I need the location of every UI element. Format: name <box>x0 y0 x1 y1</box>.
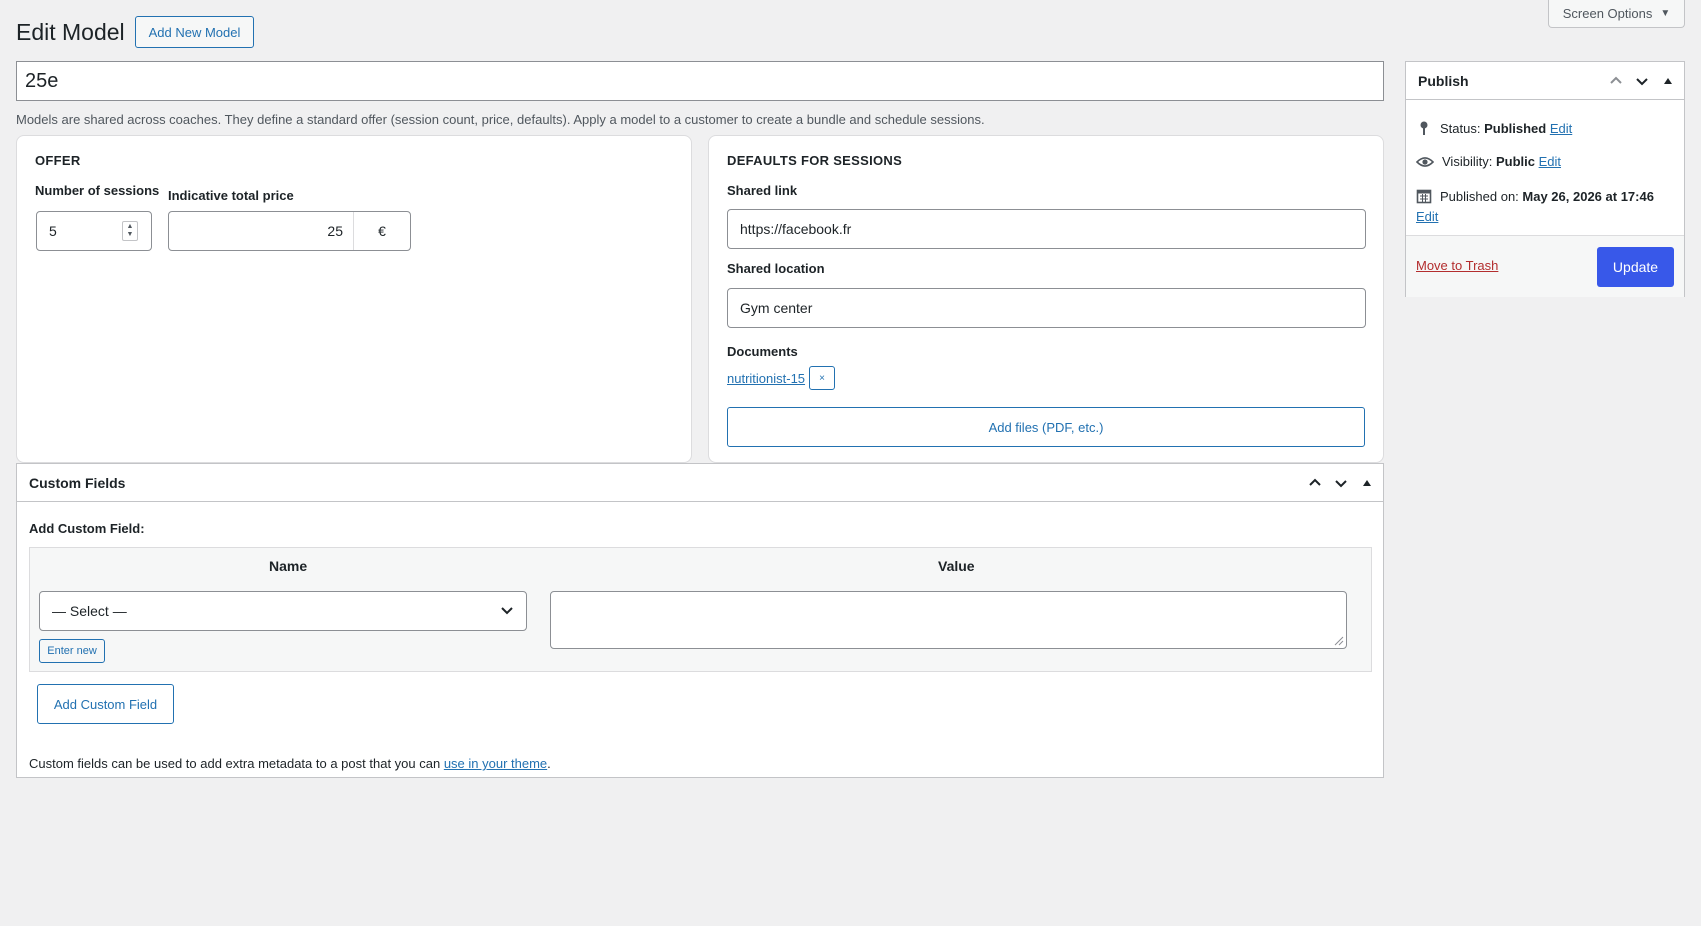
shared-location-input[interactable]: Gym center <box>727 288 1366 328</box>
add-custom-field-label: Add Custom Field: <box>29 521 145 536</box>
column-header-name: Name <box>269 558 308 574</box>
custom-fields-postbox: Custom Fields Add Custom Field: Name Val… <box>16 463 1384 778</box>
price-input-group: 25 € <box>168 211 411 251</box>
shared-link-input[interactable]: https://facebook.fr <box>727 209 1366 249</box>
sessions-number-input[interactable]: 5 ▲ ▼ <box>36 211 152 251</box>
add-custom-field-button[interactable]: Add Custom Field <box>37 684 174 724</box>
footer-period: . <box>547 756 551 771</box>
visibility-row: Visibility: Public Edit <box>1416 154 1561 169</box>
column-header-value: Value <box>938 558 975 574</box>
move-to-trash-link[interactable]: Move to Trash <box>1416 258 1498 273</box>
footer-text: Custom fields can be used to add extra m… <box>29 756 441 771</box>
custom-field-table: Name Value — Select — Enter new <box>29 547 1372 672</box>
visibility-label: Visibility: <box>1442 154 1493 169</box>
use-in-theme-link[interactable]: use in your theme <box>444 756 547 771</box>
remove-document-button[interactable]: × <box>809 366 836 390</box>
offer-card: OFFER Number of sessions Indicative tota… <box>16 135 692 463</box>
status-value: Published <box>1484 120 1547 136</box>
shared-link-label: Shared link <box>727 183 798 198</box>
currency-suffix: € <box>353 212 410 250</box>
offer-heading: OFFER <box>35 153 81 168</box>
custom-fields-heading: Custom Fields <box>29 474 126 491</box>
edit-date-link[interactable]: Edit <box>1416 209 1438 224</box>
edit-visibility-link[interactable]: Edit <box>1539 154 1561 169</box>
status-label: Status: <box>1440 120 1481 136</box>
pin-icon <box>1420 121 1428 135</box>
status-row: Status: Published Edit <box>1416 120 1572 136</box>
screen-options-label: Screen Options <box>1562 6 1653 21</box>
postbox-controls <box>1305 472 1377 494</box>
calendar-icon <box>1416 189 1432 204</box>
add-files-button[interactable]: Add files (PDF, etc.) <box>727 407 1365 447</box>
defaults-card: DEFAULTS FOR SESSIONS Shared link https:… <box>708 135 1384 463</box>
published-row: Published on: May 26, 2026 at 17:46 <box>1416 188 1654 204</box>
published-label: Published on: <box>1440 188 1519 204</box>
name-select[interactable]: — Select — <box>39 591 527 631</box>
document-link[interactable]: nutritionist-15 <box>727 371 805 386</box>
value-textarea[interactable] <box>550 591 1347 649</box>
sessions-label: Number of sessions <box>35 183 160 198</box>
publish-controls <box>1606 70 1678 92</box>
triangle-up-icon[interactable] <box>1658 70 1678 92</box>
page-title: Edit Model <box>16 19 125 45</box>
visibility-value: Public <box>1495 154 1535 169</box>
add-new-model-button[interactable]: Add New Model <box>135 16 254 48</box>
price-label: Indicative total price <box>168 188 294 203</box>
publish-heading: Publish <box>1418 72 1469 89</box>
price-input[interactable]: 25 <box>169 212 353 250</box>
chevron-down-icon[interactable] <box>1632 70 1652 92</box>
select-value: — Select — <box>52 603 127 619</box>
chevron-up-icon[interactable] <box>1606 70 1626 92</box>
published-value: May 26, 2026 at 17:46 <box>1522 188 1654 204</box>
caret-down-icon: ▼ <box>1660 8 1671 19</box>
model-description: Models are shared across coaches. They d… <box>16 112 985 127</box>
resize-handle-icon[interactable] <box>1332 634 1344 646</box>
title-input[interactable]: 25e <box>16 61 1384 101</box>
triangle-up-icon[interactable] <box>1357 472 1377 494</box>
update-button[interactable]: Update <box>1597 247 1674 287</box>
screen-options-button[interactable]: Screen Options ▼ <box>1548 0 1685 28</box>
custom-fields-footer: Custom fields can be used to add extra m… <box>29 756 551 771</box>
publish-header: Publish <box>1406 62 1684 100</box>
chevron-up-icon[interactable] <box>1305 472 1325 494</box>
document-chip: nutritionist-15 × <box>727 366 836 390</box>
chevron-down-icon[interactable] <box>1331 472 1351 494</box>
select-chevron-icon <box>500 603 514 620</box>
publish-actions: Move to Trash Update <box>1406 235 1684 297</box>
defaults-heading: DEFAULTS FOR SESSIONS <box>727 153 903 168</box>
custom-fields-header: Custom Fields <box>17 464 1383 502</box>
enter-new-button[interactable]: Enter new <box>39 639 105 663</box>
sessions-value: 5 <box>49 223 57 239</box>
eye-icon <box>1416 156 1434 167</box>
documents-label: Documents <box>727 344 798 359</box>
edit-status-link[interactable]: Edit <box>1550 121 1572 136</box>
publish-postbox: Publish Status: Published Edit Visibilit… <box>1405 61 1685 297</box>
spinner-arrows-icon[interactable]: ▲ ▼ <box>122 221 138 241</box>
shared-location-label: Shared location <box>727 261 825 276</box>
